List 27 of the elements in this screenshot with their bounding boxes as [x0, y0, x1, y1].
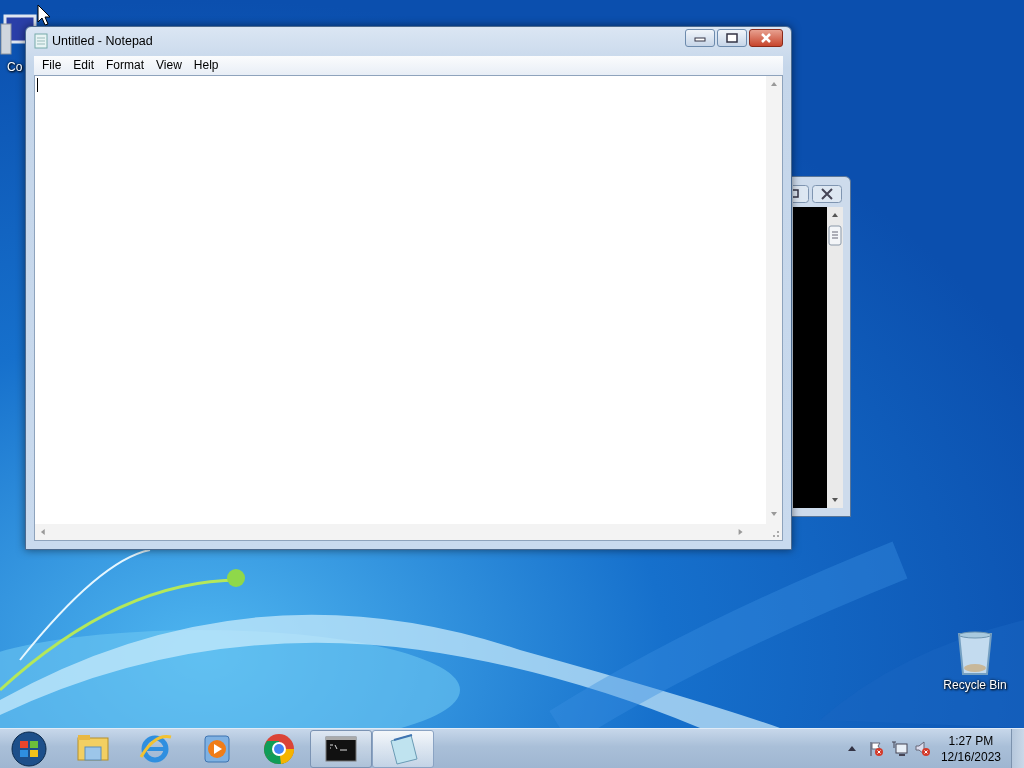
clock-date: 12/16/2023	[940, 748, 1001, 765]
icon-label: Recycle Bin	[943, 677, 1007, 694]
flag-icon[interactable]	[867, 740, 885, 757]
recycle-bin-icon	[955, 630, 995, 676]
icon-label: Co	[7, 59, 23, 76]
mute-icon[interactable]	[913, 740, 931, 757]
window-title: Untitled - Notepad	[52, 33, 153, 50]
network-icon[interactable]	[890, 740, 908, 757]
close-icon	[760, 33, 772, 44]
maximize-button[interactable]	[793, 185, 809, 203]
minimize-icon	[694, 34, 706, 43]
taskbar-button[interactable]	[310, 729, 372, 768]
show-desktop-button[interactable]	[1011, 728, 1024, 768]
text-caret	[37, 78, 38, 92]
menu-item[interactable]: Edit	[67, 56, 101, 75]
notepad-icon	[34, 33, 48, 50]
menu-item[interactable]: Format	[100, 56, 151, 75]
close-button[interactable]	[749, 29, 783, 48]
mouse-cursor-icon	[37, 4, 51, 26]
maximize-icon	[726, 33, 738, 44]
clock-time: 1:27 PM	[948, 732, 994, 749]
menu-item[interactable]: File	[36, 56, 68, 75]
close-button[interactable]	[812, 185, 842, 203]
menu-item[interactable]: View	[150, 56, 188, 75]
minimize-button[interactable]	[685, 29, 715, 48]
menu-item[interactable]: Help	[187, 56, 225, 75]
maximize-button[interactable]	[717, 29, 747, 48]
